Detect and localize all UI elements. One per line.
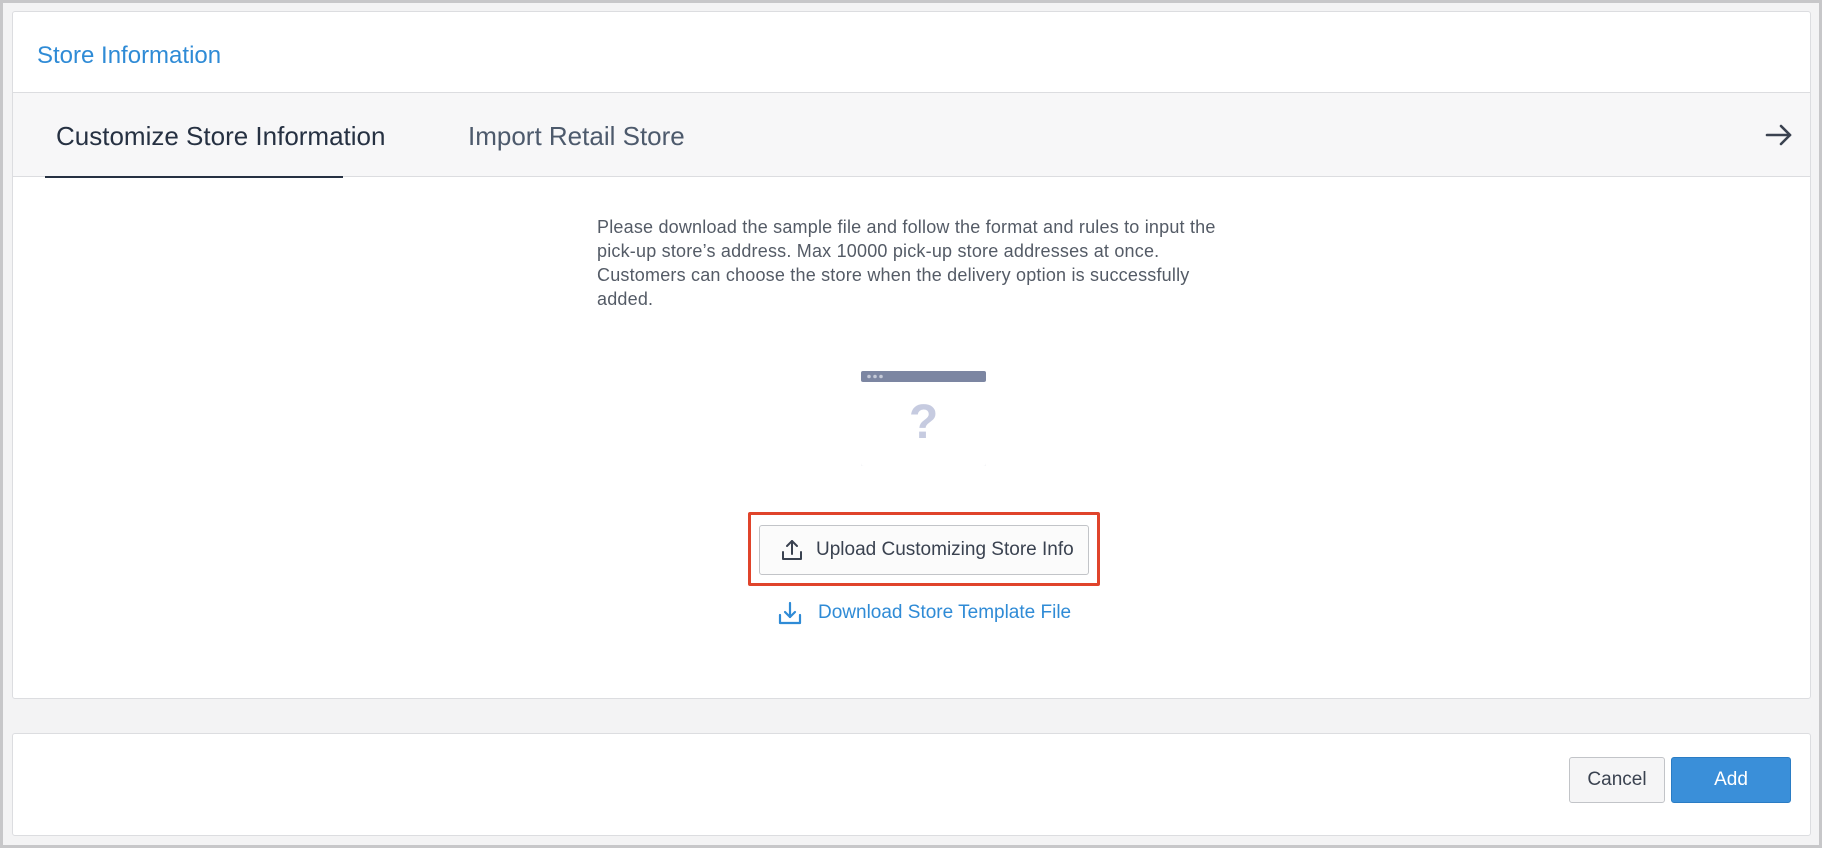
upload-button-label: Upload Customizing Store Info: [816, 539, 1074, 560]
card-title: Store Information: [37, 42, 222, 69]
footer-action-bar: Cancel Add: [12, 733, 1811, 836]
card-header: Store Information: [13, 12, 1810, 93]
cancel-button[interactable]: Cancel: [1569, 757, 1665, 803]
active-tab-indicator: [45, 176, 343, 178]
arrow-right-icon[interactable]: [1764, 123, 1794, 147]
tab-bar: Customize Store Information Import Retai…: [13, 93, 1810, 178]
tab-customize-store-information[interactable]: Customize Store Information: [45, 93, 385, 178]
add-button[interactable]: Add: [1671, 757, 1791, 803]
question-mark-glyph: ?: [909, 396, 938, 449]
download-icon: [777, 600, 803, 626]
instructions-text: Please download the sample file and foll…: [597, 217, 1216, 309]
tab-label: Import Retail Store: [468, 121, 685, 151]
upload-customizing-store-info-button[interactable]: Upload Customizing Store Info: [759, 525, 1089, 575]
empty-window-question-icon: ?: [861, 371, 986, 466]
store-information-card: Store Information Customize Store Inform…: [12, 11, 1811, 699]
upload-icon: [780, 538, 804, 562]
tab-import-retail-store[interactable]: Import Retail Store: [457, 93, 685, 177]
tab-label: Customize Store Information: [56, 121, 386, 151]
download-link-label: Download Store Template File: [818, 602, 1072, 623]
download-store-template-link[interactable]: Download Store Template File: [777, 600, 1071, 626]
